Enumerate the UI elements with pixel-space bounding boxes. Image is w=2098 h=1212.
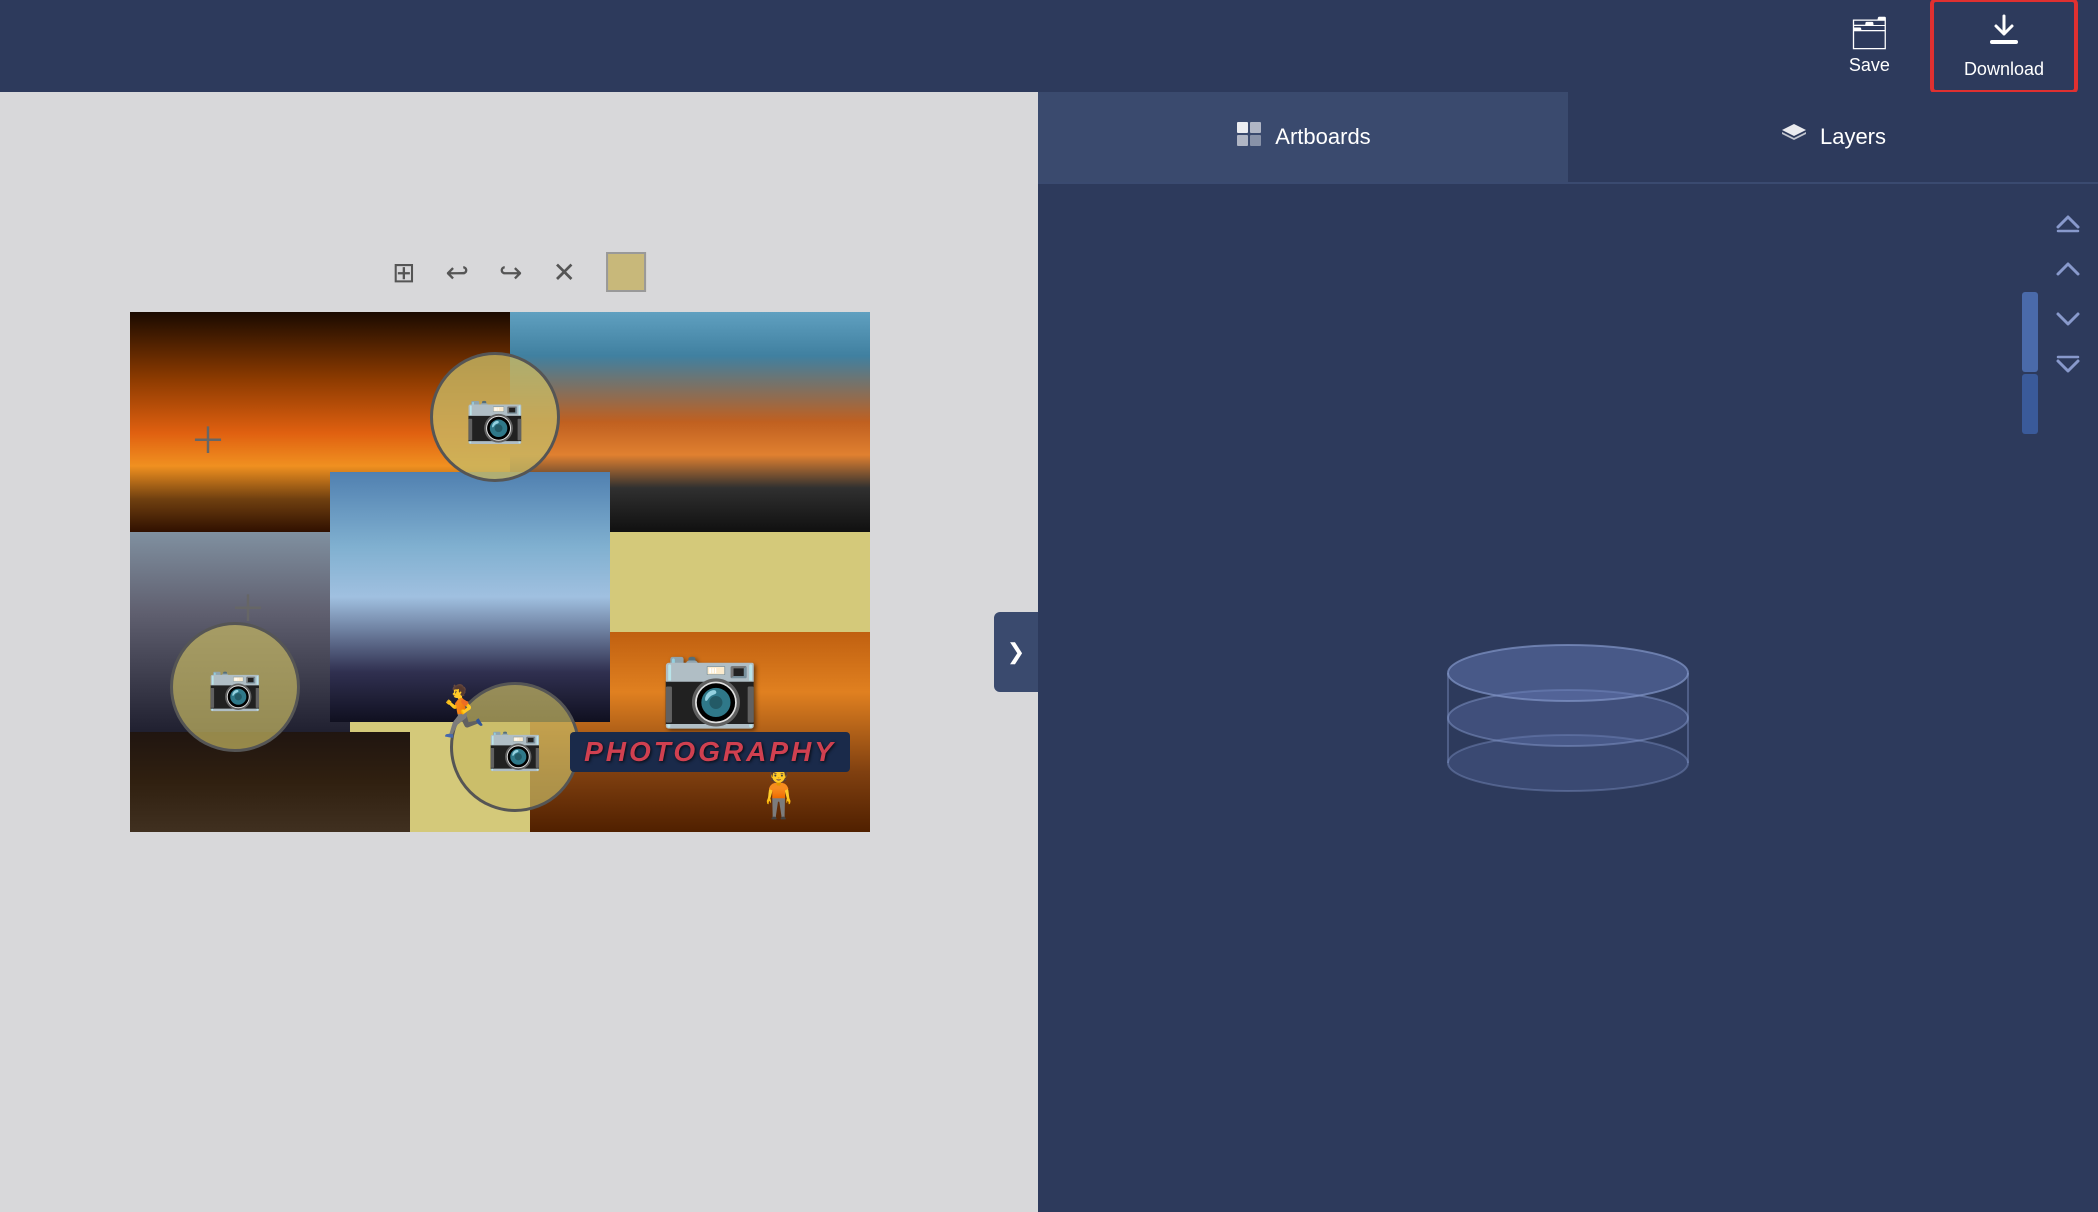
download-button[interactable]: Download xyxy=(1930,0,2078,94)
layer-block-1[interactable] xyxy=(2022,292,2038,372)
plus-icon-1: ＋ xyxy=(190,412,226,464)
layer-block-2[interactable] xyxy=(2022,374,2038,434)
sidebar: Artboards Layers xyxy=(1038,92,2098,1212)
tab-artboards-label: Artboards xyxy=(1275,124,1370,150)
jumper-silhouette: 🏃 xyxy=(430,683,492,742)
chevron-right-icon: ❯ xyxy=(1007,639,1025,665)
canvas-toolbar: ⊞ ↩ ↪ ✕ xyxy=(392,252,646,292)
layers-icon xyxy=(1780,120,1808,155)
collapse-sidebar-button[interactable]: ❯ xyxy=(994,612,1038,692)
scroll-down-button[interactable] xyxy=(2043,296,2093,340)
layers-stack-svg xyxy=(1428,598,1708,798)
download-label: Download xyxy=(1964,59,2044,80)
redo-icon[interactable]: ↪ xyxy=(499,256,522,289)
photography-text: PHOTOGRAPHY xyxy=(570,732,850,772)
artboards-icon xyxy=(1235,120,1263,155)
photography-logo: 📷 PHOTOGRAPHY xyxy=(570,572,850,772)
color-swatch[interactable] xyxy=(606,252,646,292)
collage-wrapper: 📷 📷 📷 ＋ ＋ ＋ 📷 PHOTOGRAPHY 🏃 🧍 xyxy=(130,312,870,832)
main-layout: ⊞ ↩ ↪ ✕ 📷 📷 📷 ＋ ＋ xyxy=(0,92,2098,1212)
camera-logo-icon: 📷 xyxy=(660,638,760,732)
layer-blocks xyxy=(2022,292,2038,434)
save-button[interactable]: 🗂 Save xyxy=(1819,7,1920,86)
scroll-bottom-button[interactable] xyxy=(2043,344,2093,388)
tab-layers-label: Layers xyxy=(1820,124,1886,150)
save-icon: 🗂 xyxy=(1849,17,1890,49)
sidebar-tabs: Artboards Layers xyxy=(1038,92,2098,184)
undo-icon[interactable]: ↩ xyxy=(446,256,469,289)
close-icon[interactable]: ✕ xyxy=(552,256,575,289)
layers-icon-area: ❯ xyxy=(1038,184,2098,1212)
header: 🗂 Save Download xyxy=(0,0,2098,92)
camera-circle-top: 📷 xyxy=(430,352,560,482)
scroll-up-button[interactable] xyxy=(2043,248,2093,292)
canvas-area: ⊞ ↩ ↪ ✕ 📷 📷 📷 ＋ ＋ xyxy=(0,92,1038,1212)
photo-bottom-left xyxy=(130,732,410,832)
save-label: Save xyxy=(1849,55,1890,76)
photo-collage: 📷 📷 📷 ＋ ＋ ＋ 📷 PHOTOGRAPHY 🏃 🧍 xyxy=(130,312,870,832)
download-icon xyxy=(1986,12,2022,53)
tab-artboards[interactable]: Artboards xyxy=(1038,92,1568,182)
sidebar-arrows xyxy=(2038,184,2098,388)
grid-icon[interactable]: ⊞ xyxy=(392,256,415,289)
camera-circle-bottom-left: 📷 xyxy=(170,622,300,752)
scroll-top-button[interactable] xyxy=(2043,200,2093,244)
tab-layers[interactable]: Layers xyxy=(1568,92,2098,182)
